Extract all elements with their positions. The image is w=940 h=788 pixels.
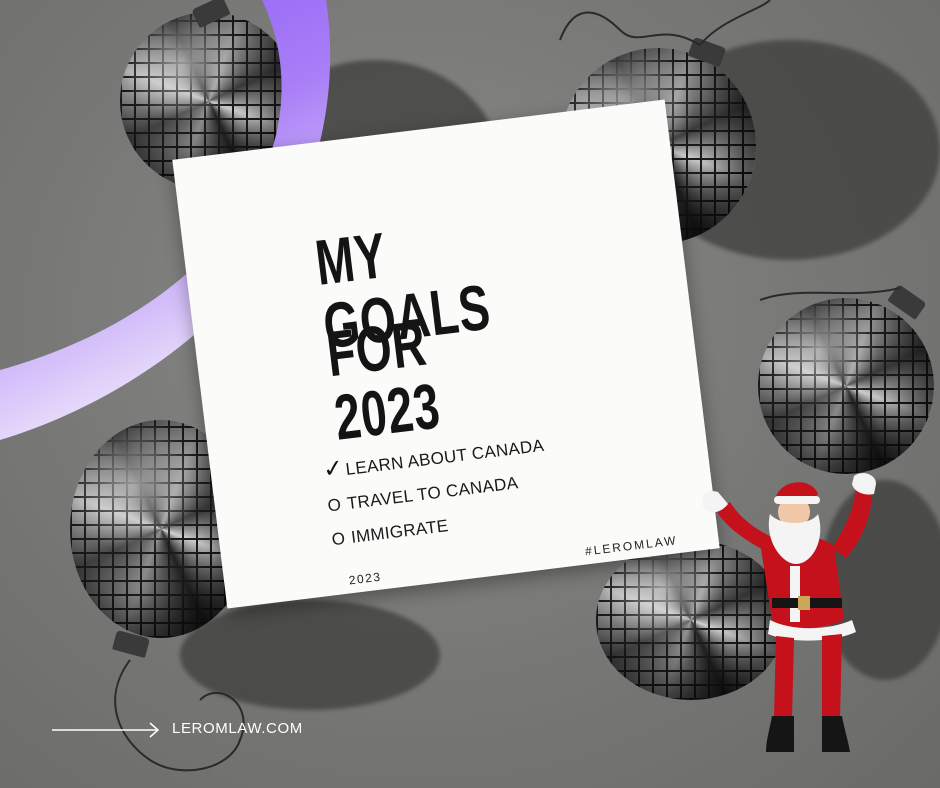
goal-marker: O <box>326 494 343 516</box>
goal-text: IMMIGRATE <box>350 516 450 547</box>
year-label: 2023 <box>348 569 383 588</box>
hashtag-label: #LEROMLAW <box>584 533 679 559</box>
checkmark-icon: ✓ <box>321 454 346 484</box>
website-link[interactable]: LEROMLAW.COM <box>172 720 303 737</box>
goals-card: MY GOALS FOR 2023 ✓LEARN ABOUT CANADA OT… <box>172 99 720 609</box>
card-title-line-2: FOR 2023 <box>322 306 444 454</box>
arrow-right-icon <box>52 722 160 738</box>
greeting-graphic: MY GOALS FOR 2023 ✓LEARN ABOUT CANADA OT… <box>0 0 940 788</box>
goal-marker: O <box>330 528 347 550</box>
santa-figure <box>702 473 876 752</box>
